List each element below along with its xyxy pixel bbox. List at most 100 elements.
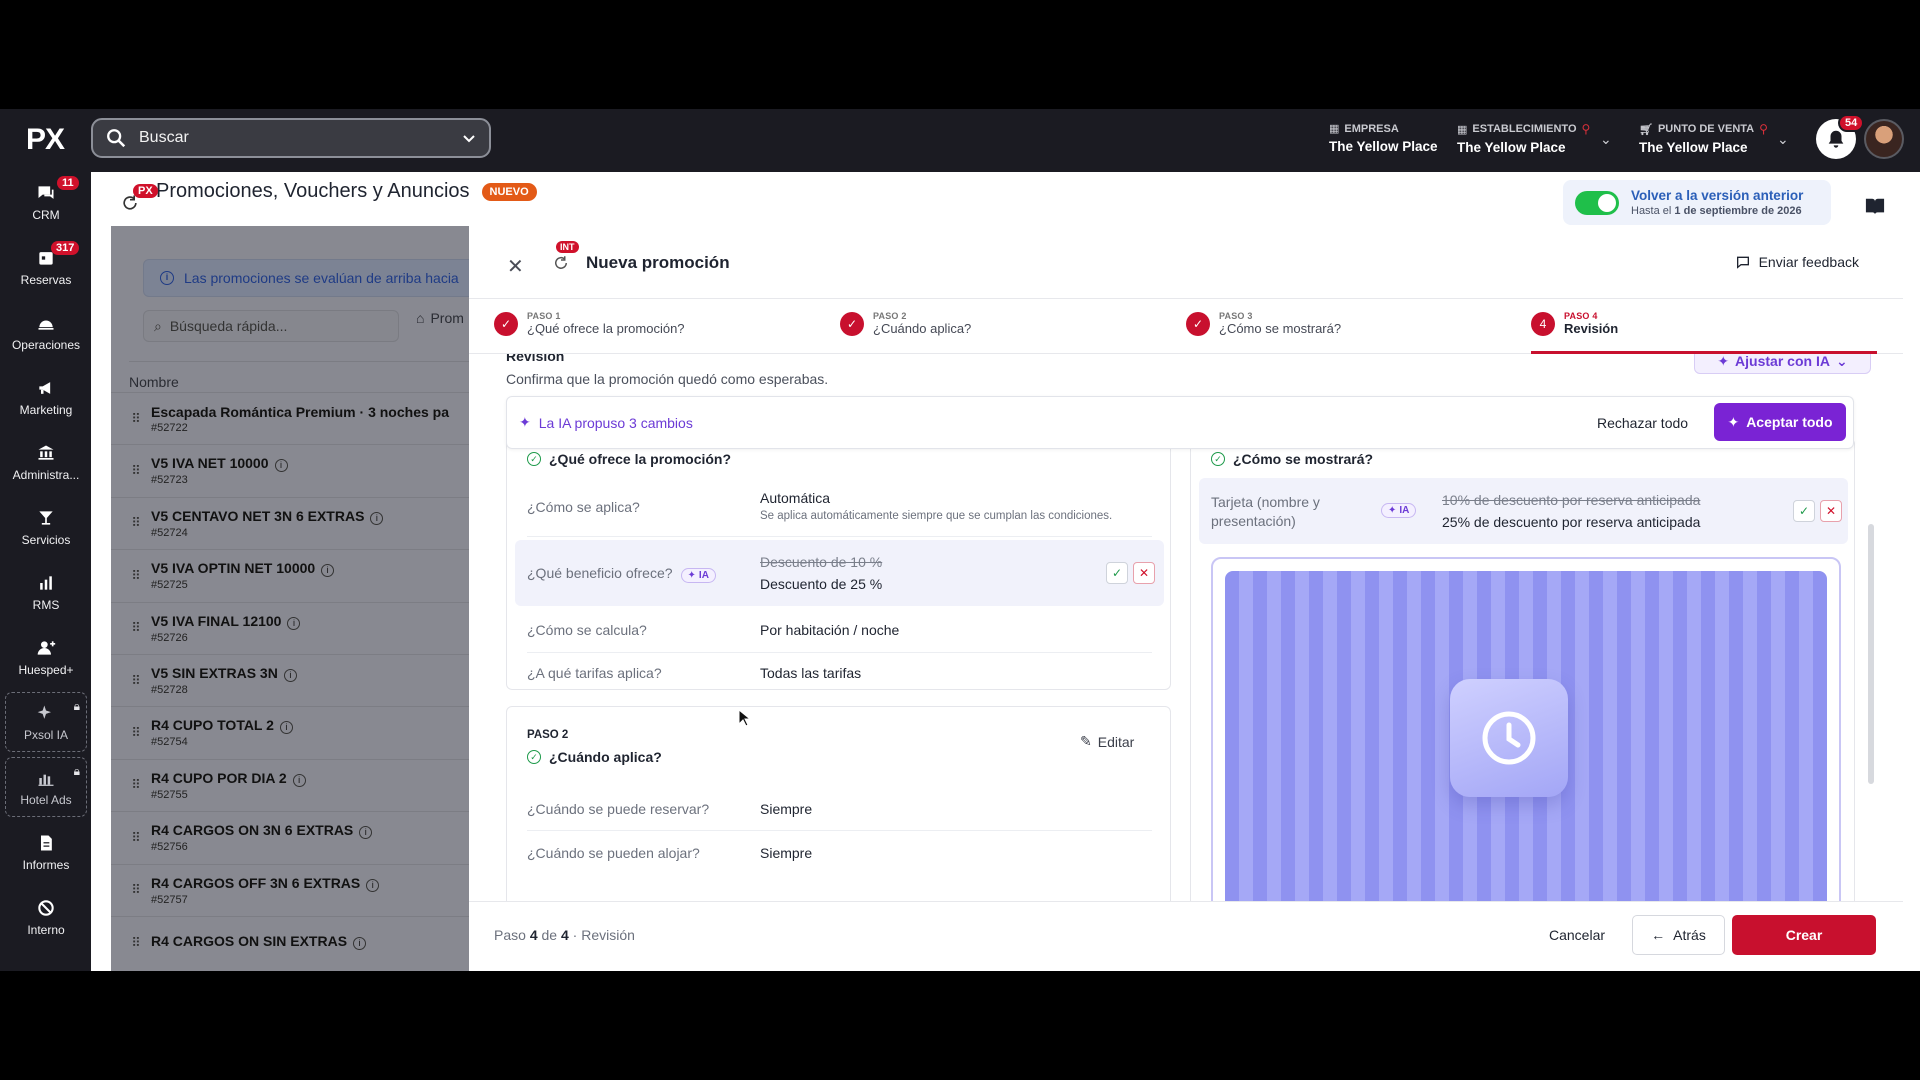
table-row[interactable]: ⠿ Escapada Romántica Premium · 3 noches p… xyxy=(111,392,469,444)
adjust-with-ai-button[interactable]: ✦ Ajustar con IA ⌄ xyxy=(1694,354,1871,374)
drag-handle-icon[interactable]: ⠿ xyxy=(121,515,151,531)
sidebar-item-hotel-ads[interactable]: Hotel Ads 🔒︎ xyxy=(5,757,87,817)
table-row[interactable]: ⠿ V5 CENTAVO NET 3N 6 EXTRAS i #52724 xyxy=(111,496,469,549)
accept-change-button[interactable]: ✓ xyxy=(1793,500,1815,522)
cancel-button[interactable]: Cancelar xyxy=(1549,927,1605,943)
sidebar-item-reservas[interactable]: Reservas 317 xyxy=(5,237,87,297)
chevron-down-icon[interactable]: ⌄ xyxy=(1777,131,1789,148)
empresa-selector[interactable]: ▦ EMPRESA The Yellow Place xyxy=(1329,122,1438,155)
step-4[interactable]: 4 PASO 4 Revisión xyxy=(1531,311,1618,336)
table-row[interactable]: ⠿ R4 CARGOS ON SIN EXTRAS i xyxy=(111,916,469,968)
drag-handle-icon[interactable]: ⠿ xyxy=(121,568,151,584)
sidebar-item-operaciones[interactable]: Operaciones xyxy=(5,302,87,362)
step-3[interactable]: ✓ PASO 3 ¿Cómo se mostrará? xyxy=(1186,311,1341,336)
feedback-button[interactable]: Enviar feedback xyxy=(1735,254,1859,270)
sidebar-item-pxsol-ia[interactable]: Pxsol IA 🔒︎ xyxy=(5,692,87,752)
sidebar-item-interno[interactable]: Interno xyxy=(5,887,87,947)
refresh-icon[interactable] xyxy=(552,254,570,272)
scrollbar[interactable] xyxy=(1868,524,1874,784)
field-tarifas: ¿A qué tarifas aplica? Todas las tarifas xyxy=(527,653,1152,689)
lock-icon: 🔒︎ xyxy=(73,699,80,713)
edit-button[interactable]: ✎ Editar xyxy=(1080,733,1134,750)
drag-handle-icon[interactable]: ⠿ xyxy=(121,673,151,689)
quick-search-input[interactable]: ⌕ Búsqueda rápida... xyxy=(143,310,399,342)
step-1[interactable]: ✓ PASO 1 ¿Qué ofrece la promoción? xyxy=(494,311,685,336)
drag-handle-icon[interactable]: ⠿ xyxy=(121,777,151,793)
section-cuando-aplica: PASO 2 ✓ ¿Cuándo aplica? ✎ Editar ¿Cuánd… xyxy=(506,706,1171,901)
promotion-name-text: V5 IVA OPTIN NET 10000 xyxy=(151,560,316,577)
sidebar-item-servicios[interactable]: Servicios xyxy=(5,497,87,557)
sidebar-item-huesped[interactable]: Huesped+ xyxy=(5,627,87,687)
step-2[interactable]: ✓ PASO 2 ¿Cuándo aplica? xyxy=(840,311,971,336)
drag-handle-icon[interactable]: ⠿ xyxy=(121,935,151,951)
sidebar-item-administracion[interactable]: Administra... xyxy=(5,432,87,492)
info-icon[interactable]: i xyxy=(279,721,293,735)
table-row[interactable]: ⠿ R4 CARGOS OFF 3N 6 EXTRAS i #52757 xyxy=(111,863,469,916)
ai-proposal[interactable]: ✦ La IA propuso 3 cambios xyxy=(519,414,693,431)
table-row[interactable]: ⠿ R4 CARGOS ON 3N 6 EXTRAS i #52756 xyxy=(111,811,469,863)
promotion-name-text: V5 SIN EXTRAS 3N xyxy=(151,665,278,681)
accept-all-button[interactable]: ✦ Aceptar todo xyxy=(1714,403,1846,441)
sidebar-item-marketing[interactable]: Marketing xyxy=(5,367,87,427)
drag-handle-icon[interactable]: ⠿ xyxy=(121,725,151,741)
page-title: Promociones, Vouchers y Anuncios xyxy=(156,180,470,202)
drag-handle-icon[interactable]: ⠿ xyxy=(121,463,151,479)
info-icon[interactable]: i xyxy=(283,669,297,682)
table-row[interactable]: ⠿ R4 CUPO TOTAL 2 i #52754 xyxy=(111,706,469,758)
info-icon[interactable]: i xyxy=(321,564,335,578)
table-row[interactable]: ⠿ V5 IVA OPTIN NET 10000 i #52725 xyxy=(111,549,469,601)
drag-handle-icon[interactable]: ⠿ xyxy=(121,620,151,636)
accept-change-button[interactable]: ✓ xyxy=(1106,562,1128,584)
drag-handle-icon[interactable]: ⠿ xyxy=(121,830,151,846)
info-icon[interactable]: i xyxy=(287,616,301,630)
drag-handle-icon[interactable]: ⠿ xyxy=(121,411,151,427)
reject-change-button[interactable]: ✕ xyxy=(1820,500,1842,522)
global-search[interactable]: Buscar xyxy=(91,118,491,158)
back-button[interactable]: ← Atrás xyxy=(1632,915,1725,955)
drag-handle-icon[interactable]: ⠿ xyxy=(121,882,151,898)
info-icon[interactable]: i xyxy=(359,826,373,840)
chevron-down-icon[interactable]: ⌄ xyxy=(1600,131,1612,148)
sparkle-icon: ✦ xyxy=(687,570,696,581)
app-logo[interactable]: PX xyxy=(26,123,65,157)
feedback-label: Enviar feedback xyxy=(1758,254,1859,270)
old-value: Descuento de 10 % xyxy=(760,554,883,570)
promotion-id: #52757 xyxy=(151,893,188,906)
sidebar-item-crm[interactable]: CRM 11 xyxy=(5,172,87,232)
user-avatar[interactable] xyxy=(1864,119,1904,159)
sidebar-item-informes[interactable]: Informes xyxy=(5,822,87,882)
info-icon[interactable]: i xyxy=(353,937,367,950)
legacy-version-toggle[interactable]: Volver a la versión anterior Hasta el 1 … xyxy=(1563,180,1831,225)
search-icon xyxy=(107,129,126,148)
chevron-down-icon[interactable] xyxy=(461,130,477,146)
establecimiento-selector[interactable]: ▦ ESTABLECIMIENTO ⚲ The Yellow Place xyxy=(1457,122,1590,155)
column-header-nombre[interactable]: Nombre xyxy=(129,361,469,390)
section-como-mostrara: ✓ ¿Cómo se mostrará? Tarjeta (nombre y p… xyxy=(1190,438,1855,901)
info-icon[interactable]: i xyxy=(274,459,288,473)
clock-icon xyxy=(1450,679,1568,797)
table-row[interactable]: ⠿ V5 IVA FINAL 12100 i #52726 xyxy=(111,601,469,654)
punto-venta-selector[interactable]: 🛒︎ PUNTO DE VENTA ⚲ The Yellow Place xyxy=(1639,122,1768,155)
toggle-prefix: Hasta el xyxy=(1631,205,1675,217)
sidebar-item-rms[interactable]: RMS xyxy=(5,562,87,622)
toggle-switch[interactable] xyxy=(1575,190,1619,215)
mouse-cursor-icon xyxy=(738,709,750,727)
docs-button[interactable] xyxy=(1858,189,1892,223)
info-icon[interactable]: i xyxy=(370,511,384,525)
promotion-name: R4 CARGOS ON SIN EXTRAS i xyxy=(151,933,367,950)
create-button[interactable]: Crear xyxy=(1732,915,1876,955)
reject-all-button[interactable]: Rechazar todo xyxy=(1597,415,1688,431)
close-icon[interactable]: ✕ xyxy=(507,254,524,279)
table-row[interactable]: ⠿ R4 CUPO POR DIA 2 i #52755 xyxy=(111,758,469,811)
check-circle-icon: ✓ xyxy=(527,750,541,764)
field-como-aplica: ¿Cómo se aplica? Automática Se aplica au… xyxy=(527,479,1152,537)
sidebar-item-label: Huesped+ xyxy=(18,662,74,677)
info-icon[interactable]: i xyxy=(292,773,306,787)
sparkle-icon: ✦ xyxy=(519,414,531,430)
reject-change-button[interactable]: ✕ xyxy=(1133,562,1155,584)
table-row[interactable]: ⠿ V5 IVA NET 10000 i #52723 xyxy=(111,444,469,496)
step-info-total: 4 xyxy=(560,927,569,943)
promotion-filter[interactable]: ⌂ Prom xyxy=(416,310,464,326)
table-row[interactable]: ⠿ V5 SIN EXTRAS 3N i #52728 xyxy=(111,654,469,706)
info-icon[interactable]: i xyxy=(366,878,380,892)
